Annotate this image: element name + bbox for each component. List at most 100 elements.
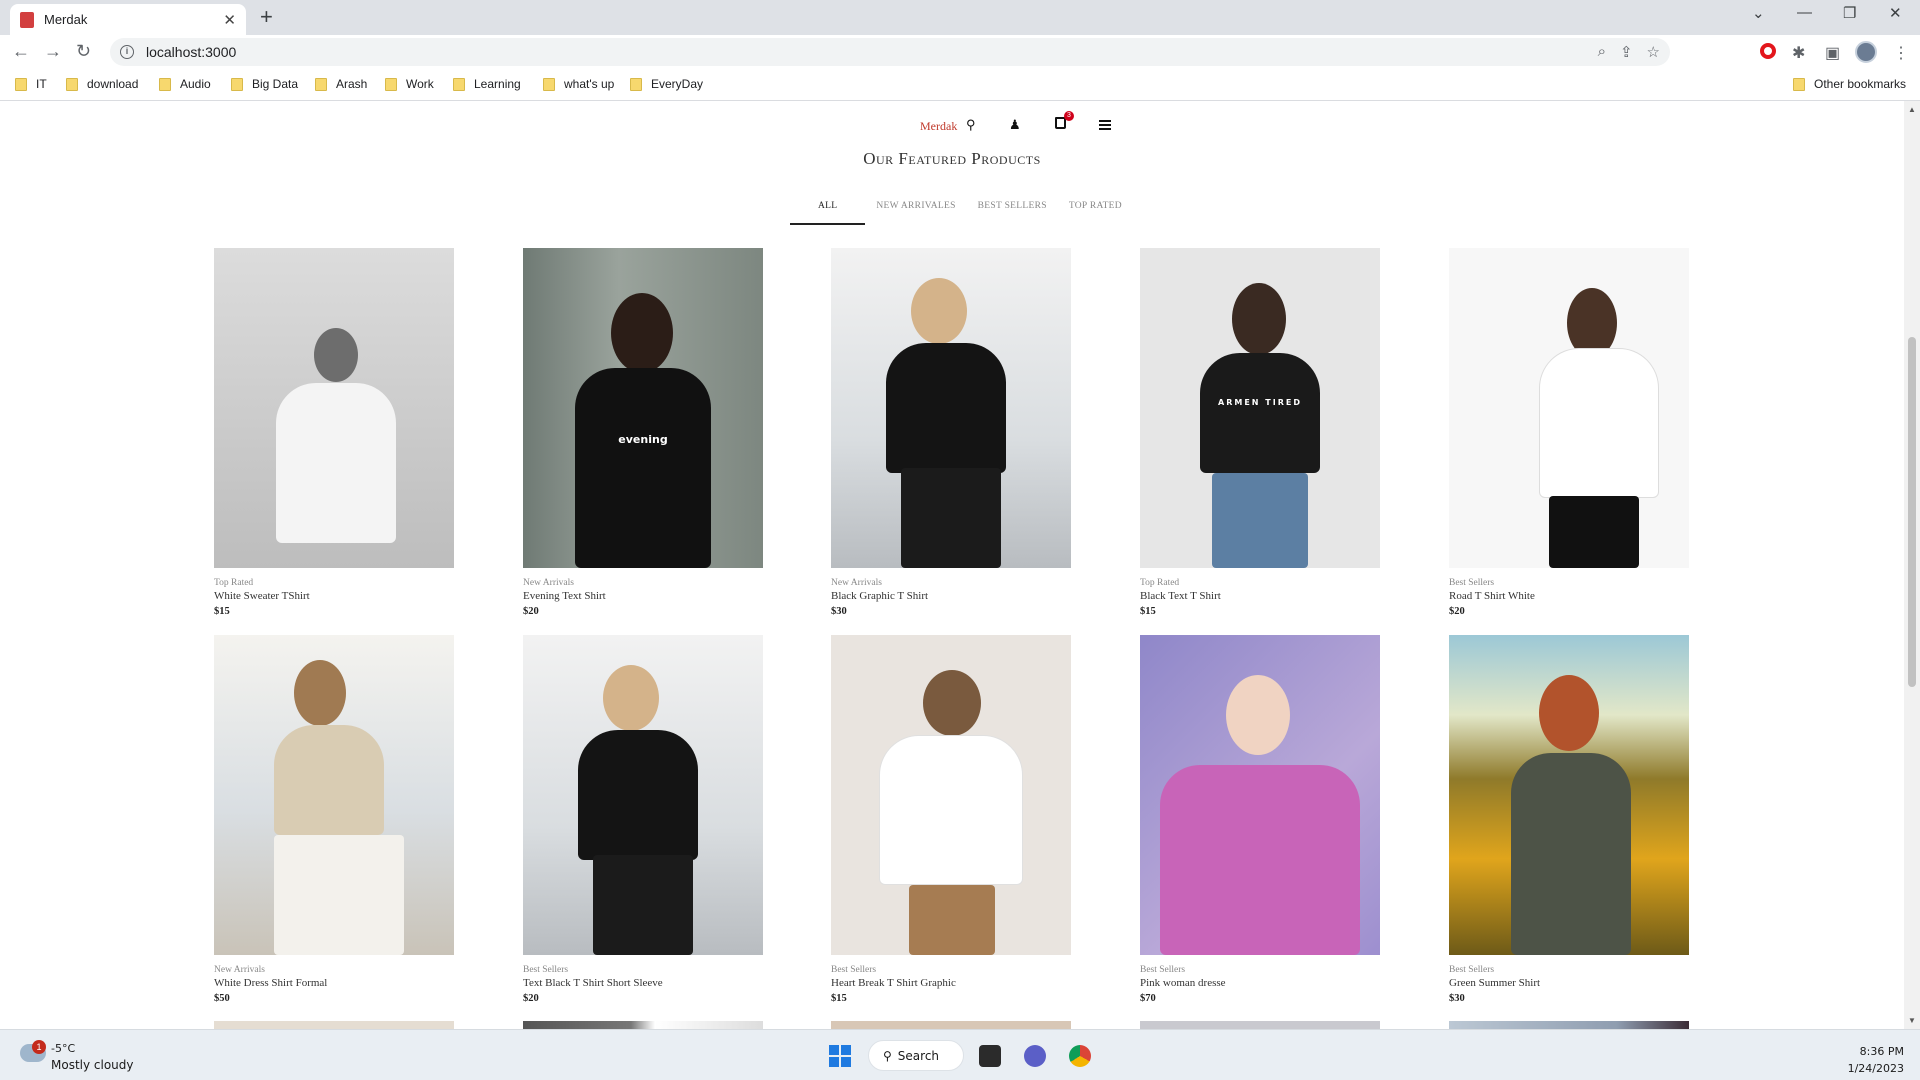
opera-extension-icon[interactable] xyxy=(1760,43,1776,59)
product-name[interactable]: Evening Text Shirt xyxy=(523,590,763,602)
folder-icon xyxy=(453,77,465,91)
product-category: Best Sellers xyxy=(1140,965,1186,975)
bookmark-folder[interactable]: EveryDay xyxy=(630,77,703,91)
product-image[interactable]: ARMEN TIRED xyxy=(1140,248,1380,568)
search-icon[interactable]: ⚲ xyxy=(966,117,976,133)
system-clock[interactable]: 8:36 PM 1/24/2023 xyxy=(1848,1043,1904,1077)
tab-close-icon[interactable]: ✕ xyxy=(223,11,236,29)
product-image[interactable] xyxy=(523,635,763,955)
bookmark-folder[interactable]: Big Data xyxy=(231,77,298,91)
side-panel-icon[interactable]: ▣ xyxy=(1825,43,1840,63)
other-bookmarks[interactable]: Other bookmarks xyxy=(1793,77,1906,91)
product-image[interactable] xyxy=(523,1021,763,1029)
product-image[interactable] xyxy=(214,1021,454,1029)
product-name[interactable]: Heart Break T Shirt Graphic xyxy=(831,977,1071,989)
new-tab-button[interactable]: + xyxy=(260,5,273,29)
product-card[interactable]: Best Sellers Heart Break T Shirt Graphic… xyxy=(831,635,1071,1004)
product-price: $15 xyxy=(831,993,847,1004)
chrome-icon[interactable] xyxy=(1069,1045,1091,1067)
back-icon[interactable]: ← xyxy=(12,41,30,61)
product-card[interactable]: ARMEN TIRED Top Rated Black Text T Shirt… xyxy=(1140,248,1380,617)
address-bar[interactable]: i localhost:3000 ⌕ ⇪ ☆ xyxy=(110,38,1670,66)
taskbar-search[interactable]: ⚲ Search xyxy=(868,1040,964,1071)
tab-new-arrivals[interactable]: NEW ARRIVALES xyxy=(865,201,966,225)
product-price: $70 xyxy=(1140,993,1156,1004)
bookmark-folder[interactable]: what's up xyxy=(543,77,614,91)
product-image[interactable] xyxy=(831,248,1071,568)
restore-icon[interactable]: ❐ xyxy=(1843,4,1856,22)
cart-button[interactable]: 3 xyxy=(1055,111,1074,129)
bookmarks-bar: IT download Audio Big Data Arash Work Le… xyxy=(0,69,1920,101)
product-image[interactable] xyxy=(1140,1021,1380,1029)
product-name[interactable]: Pink woman dresse xyxy=(1140,977,1380,989)
weather-description[interactable]: Mostly cloudy xyxy=(51,1058,134,1072)
product-image[interactable] xyxy=(214,635,454,955)
tab-best-sellers[interactable]: BEST SELLERS xyxy=(967,201,1058,225)
bookmark-star-icon[interactable]: ☆ xyxy=(1647,43,1660,61)
cart-count-badge: 3 xyxy=(1064,111,1074,121)
scroll-thumb[interactable] xyxy=(1908,337,1916,687)
product-name[interactable]: Green Summer Shirt xyxy=(1449,977,1689,989)
product-price: $15 xyxy=(1140,606,1156,617)
product-image[interactable] xyxy=(831,1021,1071,1029)
product-card[interactable]: Best Sellers Text Black T Shirt Short Sl… xyxy=(523,635,763,1004)
site-favicon-icon xyxy=(20,11,34,28)
weather-temperature[interactable]: -5°C xyxy=(51,1042,75,1055)
folder-icon xyxy=(231,77,243,91)
product-category: New Arrivals xyxy=(831,578,882,588)
product-image[interactable] xyxy=(1449,635,1689,955)
product-image[interactable] xyxy=(214,248,454,568)
extensions-icon[interactable]: ✱ xyxy=(1792,43,1805,63)
product-name[interactable]: White Dress Shirt Formal xyxy=(214,977,454,989)
page-scrollbar[interactable]: ▲ ▼ xyxy=(1904,101,1920,1029)
scroll-up-icon[interactable]: ▲ xyxy=(1908,105,1916,114)
minimize-icon[interactable]: — xyxy=(1797,4,1812,21)
teams-chat-icon[interactable] xyxy=(1024,1045,1046,1067)
product-card[interactable]: New Arrivals White Dress Shirt Formal $5… xyxy=(214,635,454,1004)
start-windows-icon[interactable] xyxy=(829,1045,851,1067)
task-view-icon[interactable] xyxy=(979,1045,1001,1067)
close-window-icon[interactable]: ✕ xyxy=(1889,4,1902,22)
bookmark-folder[interactable]: Work xyxy=(385,77,434,91)
shirt-print-text: evening xyxy=(618,433,668,446)
browser-menu-icon[interactable]: ⋮ xyxy=(1893,43,1909,63)
browser-tab[interactable]: Merdak ✕ xyxy=(10,4,246,35)
product-card[interactable]: Best Sellers Road T Shirt White $20 xyxy=(1449,248,1689,617)
product-name[interactable]: Road T Shirt White xyxy=(1449,590,1689,602)
product-filter-tabs: ALL NEW ARRIVALES BEST SELLERS TOP RATED xyxy=(790,201,1133,225)
tab-all[interactable]: ALL xyxy=(790,201,866,225)
bookmark-folder[interactable]: Arash xyxy=(315,77,367,91)
product-name[interactable]: Black Graphic T Shirt xyxy=(831,590,1071,602)
bookmark-folder[interactable]: IT xyxy=(15,77,47,91)
product-card[interactable]: Best Sellers Pink woman dresse $70 xyxy=(1140,635,1380,1004)
product-card[interactable]: evening New Arrivals Evening Text Shirt … xyxy=(523,248,763,617)
forward-icon[interactable]: → xyxy=(44,41,62,61)
product-image[interactable] xyxy=(831,635,1071,955)
product-card[interactable]: Top Rated White Sweater TShirt $15 xyxy=(214,248,454,617)
product-image[interactable] xyxy=(1449,1021,1689,1029)
product-card[interactable]: New Arrivals Black Graphic T Shirt $30 xyxy=(831,248,1071,617)
product-card[interactable]: Best Sellers Green Summer Shirt $30 xyxy=(1449,635,1689,1004)
product-name[interactable]: Text Black T Shirt Short Sleeve xyxy=(523,977,763,989)
reload-icon[interactable]: ↻ xyxy=(76,41,91,61)
menu-icon[interactable] xyxy=(1099,120,1111,132)
tab-top-rated[interactable]: TOP RATED xyxy=(1058,201,1133,225)
bookmark-folder[interactable]: Learning xyxy=(453,77,521,91)
scroll-down-icon[interactable]: ▼ xyxy=(1908,1016,1916,1025)
taskbar: 1 -5°C Mostly cloudy ⚲ Search 8:36 PM 1/… xyxy=(0,1029,1920,1080)
product-name[interactable]: Black Text T Shirt xyxy=(1140,590,1380,602)
tab-search-icon[interactable]: ⌄ xyxy=(1752,4,1765,22)
profile-avatar[interactable] xyxy=(1855,41,1877,63)
bookmark-folder[interactable]: download xyxy=(66,77,138,91)
product-image[interactable] xyxy=(1140,635,1380,955)
product-image[interactable] xyxy=(1449,248,1689,568)
tab-strip: Merdak ✕ + ⌄ — ❐ ✕ xyxy=(0,0,1920,35)
product-image[interactable]: evening xyxy=(523,248,763,568)
brand-logo[interactable]: Merdak xyxy=(920,119,957,134)
bookmark-folder[interactable]: Audio xyxy=(159,77,211,91)
zoom-icon[interactable]: ⌕ xyxy=(1598,43,1606,61)
share-icon[interactable]: ⇪ xyxy=(1620,43,1633,61)
user-icon[interactable]: ♟ xyxy=(1009,117,1021,133)
site-info-icon[interactable]: i xyxy=(120,45,134,59)
product-name[interactable]: White Sweater TShirt xyxy=(214,590,454,602)
